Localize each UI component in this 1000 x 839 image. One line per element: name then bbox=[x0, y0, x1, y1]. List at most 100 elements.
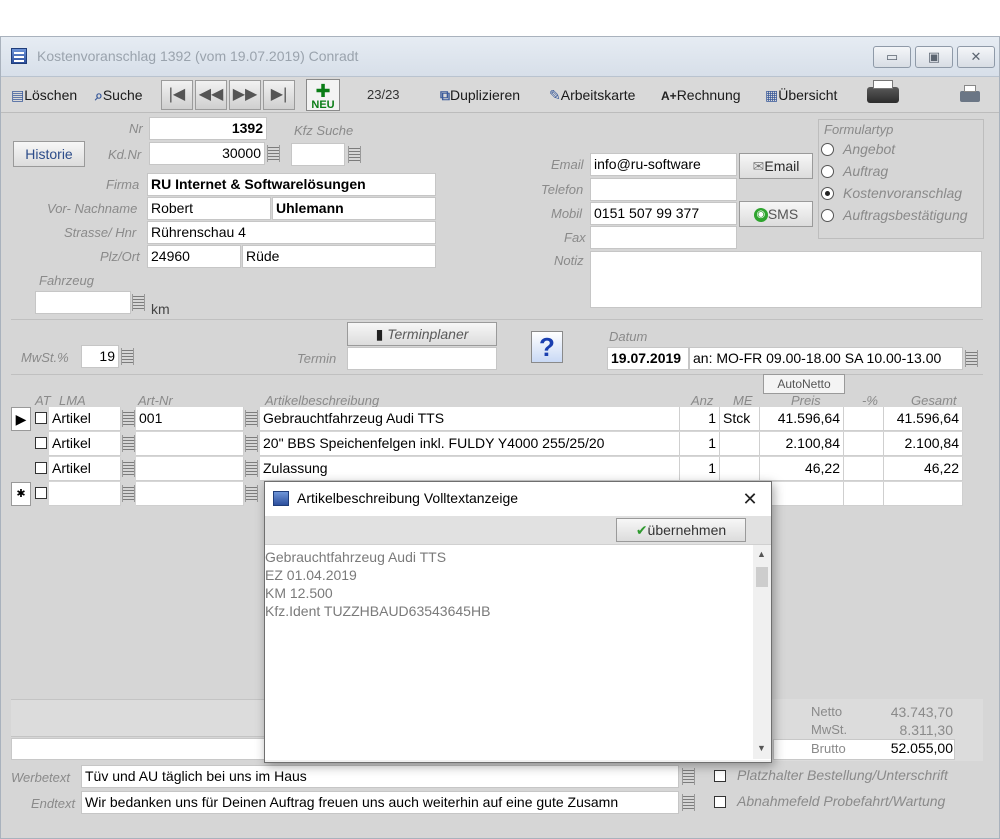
print-preview-button[interactable] bbox=[959, 85, 981, 105]
description-textarea[interactable]: Gebrauchtfahrzeug Audi TTS EZ 01.04.2019… bbox=[265, 544, 771, 760]
cell-total[interactable] bbox=[884, 482, 963, 506]
cell-unit[interactable] bbox=[720, 432, 760, 456]
vehicle-lookup-icon[interactable] bbox=[132, 294, 145, 311]
email-field[interactable]: info@ru-software bbox=[590, 153, 737, 176]
fax-field[interactable] bbox=[590, 226, 737, 249]
cell-artnr[interactable] bbox=[136, 482, 244, 506]
row-checkbox[interactable] bbox=[35, 487, 47, 499]
hours-lookup-icon[interactable] bbox=[965, 350, 978, 367]
row-checkbox[interactable] bbox=[35, 462, 47, 474]
sms-button[interactable]: ◉ SMS bbox=[739, 201, 813, 227]
kfz-search-input[interactable] bbox=[291, 143, 345, 166]
minimize-button[interactable]: ▭ bbox=[873, 46, 911, 68]
phone-field[interactable] bbox=[590, 178, 737, 201]
artnr-lookup-icon[interactable] bbox=[245, 460, 258, 477]
radio-auftragsbestaetigung[interactable] bbox=[821, 209, 834, 222]
row-checkbox[interactable] bbox=[35, 412, 47, 424]
worksheet-button[interactable]: ✎Arbeitskarte bbox=[549, 82, 635, 108]
help-button[interactable]: ? bbox=[531, 331, 563, 363]
scroll-thumb[interactable] bbox=[756, 567, 768, 587]
endtext-lookup-icon[interactable] bbox=[682, 794, 695, 811]
last-record-button[interactable]: ▶| bbox=[263, 80, 295, 110]
note-field[interactable] bbox=[590, 251, 982, 308]
radio-angebot[interactable] bbox=[821, 143, 834, 156]
cell-disc[interactable] bbox=[844, 482, 884, 506]
mwst-field[interactable]: 19 bbox=[81, 345, 119, 368]
overview-button[interactable]: ▦Übersicht bbox=[765, 82, 837, 108]
scroll-down-icon[interactable]: ▼ bbox=[757, 743, 766, 753]
nr-field[interactable]: 1392 bbox=[149, 117, 267, 140]
first-record-button[interactable]: |◀ bbox=[161, 80, 193, 110]
cell-price[interactable]: 41.596,64 bbox=[760, 407, 844, 431]
maximize-button[interactable]: ▣ bbox=[915, 46, 953, 68]
cell-qty[interactable]: 1 bbox=[680, 457, 720, 481]
werbetext-field[interactable]: Tüv und AU täglich bei uns im Haus bbox=[81, 765, 679, 788]
cell-desc[interactable]: Gebrauchtfahrzeug Audi TTS bbox=[260, 407, 680, 431]
vehicle-field[interactable] bbox=[35, 291, 131, 314]
cell-unit[interactable]: Stck bbox=[720, 407, 760, 431]
firstname-field[interactable]: Robert bbox=[147, 197, 271, 220]
company-field[interactable]: RU Internet & Softwarelösungen bbox=[147, 173, 436, 196]
row-checkbox[interactable] bbox=[35, 437, 47, 449]
endtext-field[interactable]: Wir bedanken uns für Deinen Auftrag freu… bbox=[81, 791, 679, 814]
lma-lookup-icon[interactable] bbox=[122, 460, 135, 477]
street-field[interactable]: Rührenschau 4 bbox=[147, 221, 436, 244]
cell-total[interactable]: 2.100,84 bbox=[884, 432, 963, 456]
placeholder-order-checkbox[interactable] bbox=[714, 770, 726, 782]
printer-button[interactable] bbox=[865, 79, 901, 111]
dialog-scrollbar[interactable]: ▲ ▼ bbox=[753, 545, 771, 759]
cell-total[interactable]: 41.596,64 bbox=[884, 407, 963, 431]
cell-disc[interactable] bbox=[844, 457, 884, 481]
table-row[interactable]: Artikel 20" BBS Speichenfelgen inkl. FUL… bbox=[11, 432, 963, 457]
duplicate-button[interactable]: ⧉Duplizieren bbox=[440, 82, 520, 108]
cell-qty[interactable]: 1 bbox=[680, 432, 720, 456]
next-record-button[interactable]: ▶▶ bbox=[229, 80, 261, 110]
cell-artnr[interactable] bbox=[136, 457, 244, 481]
cell-lma[interactable]: Artikel bbox=[49, 407, 121, 431]
cell-disc[interactable] bbox=[844, 432, 884, 456]
history-button[interactable]: Historie bbox=[13, 141, 85, 167]
cell-price[interactable] bbox=[760, 482, 844, 506]
cell-qty[interactable]: 1 bbox=[680, 407, 720, 431]
cell-artnr[interactable] bbox=[136, 432, 244, 456]
scroll-up-icon[interactable]: ▲ bbox=[757, 549, 766, 559]
planner-button[interactable]: ▮ Terminplaner bbox=[347, 322, 497, 346]
cell-lma[interactable]: Artikel bbox=[49, 457, 121, 481]
prev-record-button[interactable]: ◀◀ bbox=[195, 80, 227, 110]
close-window-button[interactable]: ✕ bbox=[957, 46, 995, 68]
cell-total[interactable]: 46,22 bbox=[884, 457, 963, 481]
table-row[interactable]: ▶ Artikel 001 Gebrauchtfahrzeug Audi TTS… bbox=[11, 407, 963, 432]
lma-lookup-icon[interactable] bbox=[122, 485, 135, 502]
cell-unit[interactable] bbox=[720, 457, 760, 481]
termin-field[interactable] bbox=[347, 347, 497, 370]
cell-lma[interactable] bbox=[49, 482, 121, 506]
acceptance-checkbox[interactable] bbox=[714, 796, 726, 808]
radio-auftrag[interactable] bbox=[821, 165, 834, 178]
kdnr-lookup-icon[interactable] bbox=[267, 145, 280, 162]
search-button[interactable]: ⌕Suche bbox=[95, 82, 143, 108]
cell-lma[interactable]: Artikel bbox=[49, 432, 121, 456]
lma-lookup-icon[interactable] bbox=[122, 410, 135, 427]
cell-disc[interactable] bbox=[844, 407, 884, 431]
autonetto-button[interactable]: AutoNetto bbox=[763, 374, 845, 394]
kdnr-field[interactable]: 30000 bbox=[149, 142, 265, 165]
lastname-field[interactable]: Uhlemann bbox=[272, 197, 436, 220]
new-record-button[interactable]: ✚ NEU bbox=[306, 79, 340, 111]
date-field[interactable]: 19.07.2019 bbox=[607, 347, 689, 370]
zip-field[interactable]: 24960 bbox=[147, 245, 241, 268]
cell-price[interactable]: 46,22 bbox=[760, 457, 844, 481]
apply-button[interactable]: ✔übernehmen bbox=[616, 518, 746, 542]
city-field[interactable]: Rüde bbox=[242, 245, 436, 268]
invoice-button[interactable]: A+Rechnung bbox=[661, 82, 741, 108]
mwst-lookup-icon[interactable] bbox=[121, 348, 134, 365]
werbetext-lookup-icon[interactable] bbox=[682, 768, 695, 785]
lma-lookup-icon[interactable] bbox=[122, 435, 135, 452]
delete-button[interactable]: ▤Löschen bbox=[11, 82, 77, 108]
email-button[interactable]: ✉Email bbox=[739, 153, 813, 179]
table-row[interactable]: Artikel Zulassung 1 46,22 46,22 bbox=[11, 457, 963, 482]
cell-artnr[interactable]: 001 bbox=[136, 407, 244, 431]
cell-price[interactable]: 2.100,84 bbox=[760, 432, 844, 456]
cell-desc[interactable]: Zulassung bbox=[260, 457, 680, 481]
mobile-field[interactable]: 0151 507 99 377 bbox=[590, 202, 737, 225]
artnr-lookup-icon[interactable] bbox=[245, 410, 258, 427]
